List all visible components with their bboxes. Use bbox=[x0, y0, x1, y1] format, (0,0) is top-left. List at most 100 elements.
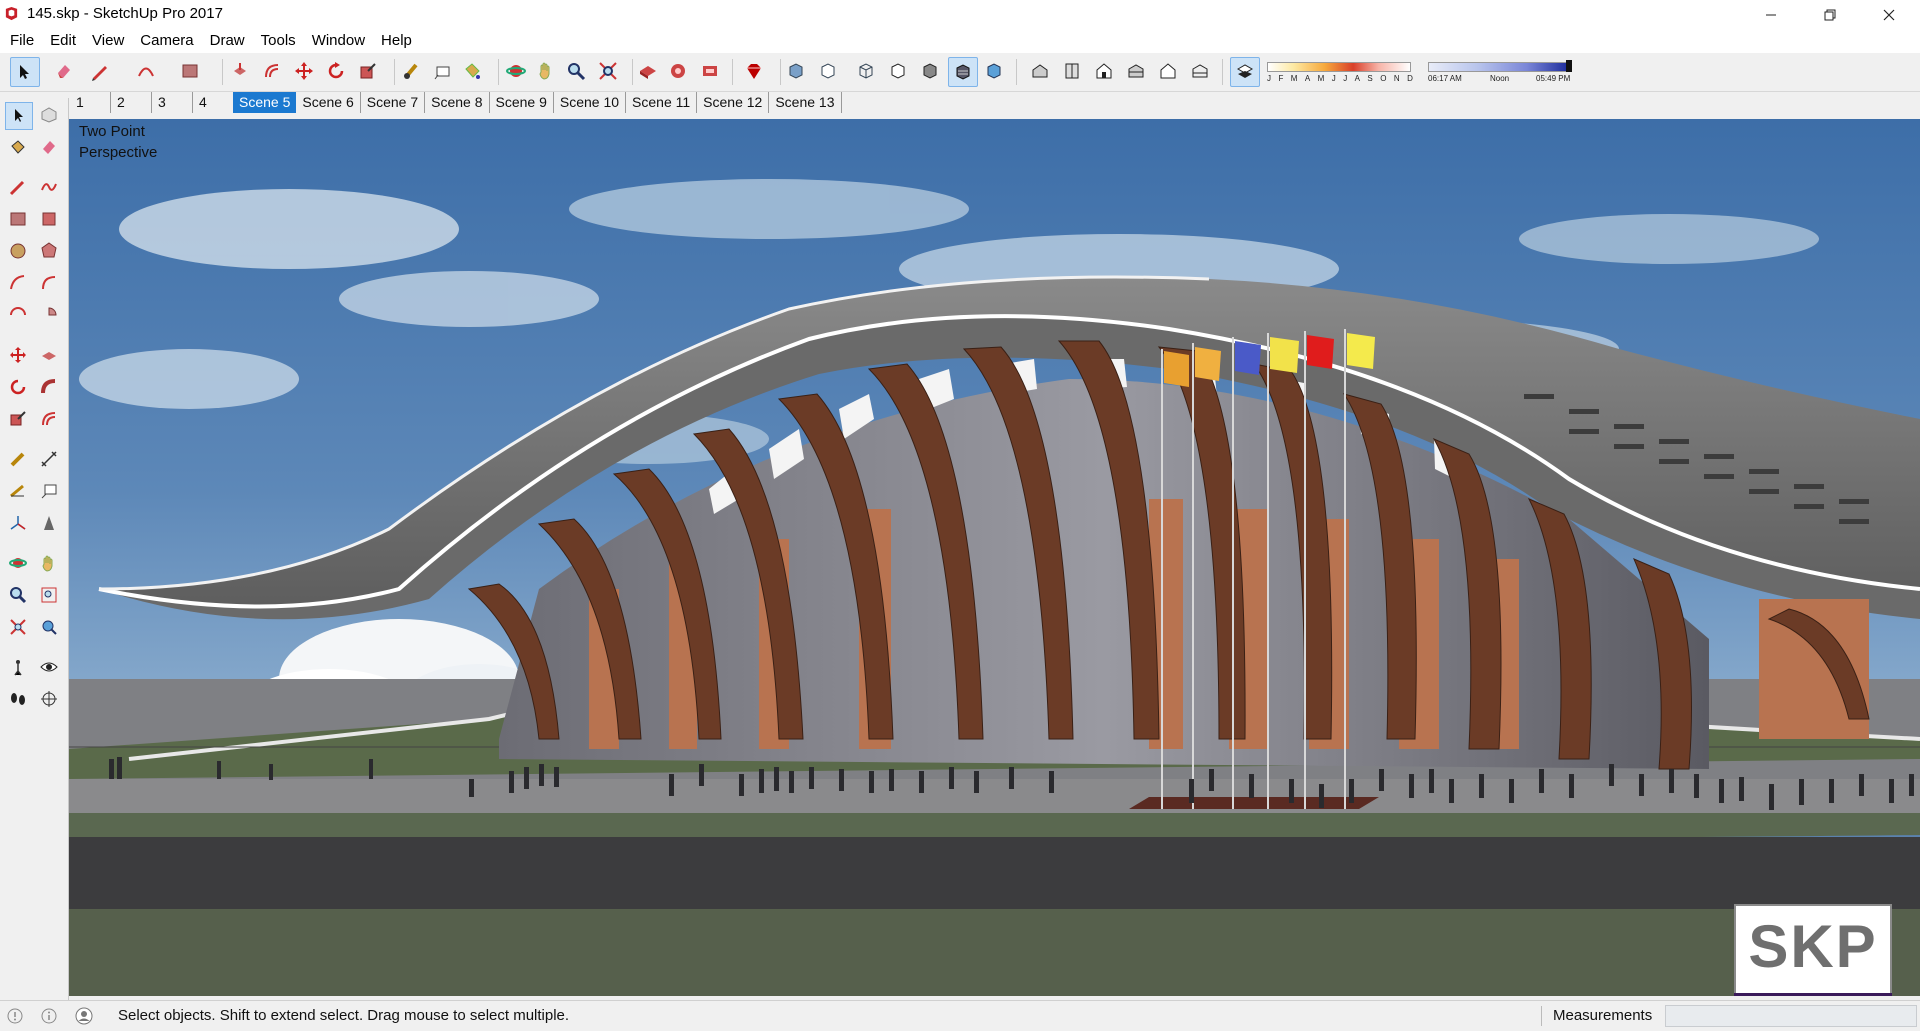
protractor-tool[interactable] bbox=[5, 478, 31, 504]
paint-bucket-tool[interactable] bbox=[5, 134, 31, 160]
back-view-button[interactable] bbox=[1154, 57, 1182, 85]
shadows-toggle-button[interactable] bbox=[1230, 57, 1260, 87]
select-tool[interactable] bbox=[5, 102, 33, 130]
scene-tab-1[interactable]: 1 bbox=[70, 92, 111, 113]
pan-tool[interactable] bbox=[36, 550, 62, 576]
scene-tab-scene-10[interactable]: Scene 10 bbox=[553, 92, 627, 113]
menu-tools[interactable]: Tools bbox=[253, 29, 304, 53]
previous-view-tool[interactable] bbox=[36, 614, 62, 640]
zoom-tool-button[interactable] bbox=[562, 57, 590, 85]
menu-help[interactable]: Help bbox=[373, 29, 420, 53]
menu-camera[interactable]: Camera bbox=[132, 29, 201, 53]
tape-measure-tool-button[interactable] bbox=[398, 57, 426, 85]
circle-tool[interactable] bbox=[5, 238, 31, 264]
menu-edit[interactable]: Edit bbox=[42, 29, 84, 53]
rectangle-tool[interactable] bbox=[5, 206, 31, 232]
zoom-tool[interactable] bbox=[5, 582, 31, 608]
top-view-button[interactable] bbox=[1058, 57, 1086, 85]
back-edges-style-button[interactable] bbox=[814, 57, 842, 85]
scene-tab-scene-6[interactable]: Scene 6 bbox=[296, 92, 361, 113]
time-slider-handle[interactable] bbox=[1566, 60, 1572, 72]
3d-text-tool[interactable] bbox=[36, 510, 62, 536]
iso-view-button[interactable] bbox=[1026, 57, 1054, 85]
xray-style-button[interactable] bbox=[782, 57, 810, 85]
tape-measure-tool[interactable] bbox=[5, 446, 31, 472]
scene-tab-scene-13[interactable]: Scene 13 bbox=[769, 92, 842, 113]
hidden-line-style-button[interactable] bbox=[884, 57, 912, 85]
menu-draw[interactable]: Draw bbox=[202, 29, 253, 53]
scene-tab-3[interactable]: 3 bbox=[152, 92, 193, 113]
offset-tool[interactable] bbox=[36, 406, 62, 432]
three-point-arc-tool[interactable] bbox=[5, 302, 31, 328]
scene-tab-2[interactable]: 2 bbox=[111, 92, 152, 113]
pie-tool[interactable] bbox=[36, 302, 62, 328]
offset-tool-button[interactable] bbox=[258, 57, 286, 85]
eraser-tool-button[interactable] bbox=[50, 57, 78, 85]
warehouse-button[interactable] bbox=[634, 57, 662, 85]
left-view-button[interactable] bbox=[1186, 57, 1214, 85]
menu-window[interactable]: Window bbox=[304, 29, 373, 53]
rotate-tool-button[interactable] bbox=[322, 57, 350, 85]
shaded-textures-style-button[interactable] bbox=[948, 57, 978, 87]
dimension-tool[interactable] bbox=[36, 446, 62, 472]
restore-button[interactable] bbox=[1801, 0, 1859, 29]
position-camera-tool[interactable] bbox=[5, 654, 31, 680]
rotated-rectangle-tool[interactable] bbox=[36, 206, 62, 232]
scene-tab-scene-5[interactable]: Scene 5 bbox=[233, 92, 297, 113]
shaded-style-button[interactable] bbox=[916, 57, 944, 85]
scene-tab-scene-11[interactable]: Scene 11 bbox=[626, 92, 698, 113]
polygon-tool[interactable] bbox=[36, 238, 62, 264]
arc-tool-button[interactable] bbox=[132, 57, 160, 85]
move-tool-button[interactable] bbox=[290, 57, 318, 85]
scene-tab-scene-7[interactable]: Scene 7 bbox=[360, 92, 426, 113]
month-gradient-track[interactable] bbox=[1267, 62, 1411, 72]
scale-tool[interactable] bbox=[5, 406, 31, 432]
menu-file[interactable]: File bbox=[2, 29, 42, 53]
shadow-time-slider[interactable]: 06:17 AM Noon 05:49 PM bbox=[1426, 60, 1576, 86]
right-view-button[interactable] bbox=[1122, 57, 1150, 85]
shapes-tool-button[interactable] bbox=[176, 57, 204, 85]
text-tool-button[interactable] bbox=[428, 57, 456, 85]
share-model-button[interactable] bbox=[664, 57, 692, 85]
freehand-tool[interactable] bbox=[36, 174, 62, 200]
credits-icon[interactable] bbox=[41, 1008, 57, 1024]
orbit-tool-button[interactable] bbox=[502, 57, 530, 85]
section-plane-tool[interactable] bbox=[36, 686, 62, 712]
measurements-input[interactable] bbox=[1665, 1005, 1917, 1027]
front-view-button[interactable] bbox=[1090, 57, 1118, 85]
line-tool-button[interactable] bbox=[86, 57, 114, 85]
look-around-tool[interactable] bbox=[36, 654, 62, 680]
two-point-arc-tool[interactable] bbox=[36, 270, 62, 296]
scene-tab-scene-9[interactable]: Scene 9 bbox=[489, 92, 554, 113]
make-component-tool[interactable] bbox=[36, 102, 62, 128]
walk-tool[interactable] bbox=[5, 686, 31, 712]
rotate-tool[interactable] bbox=[5, 374, 31, 400]
push-pull-tool-button[interactable] bbox=[226, 57, 254, 85]
menu-view[interactable]: View bbox=[84, 29, 132, 53]
wireframe-style-button[interactable] bbox=[852, 57, 880, 85]
push-pull-tool[interactable] bbox=[36, 342, 62, 368]
extension-warehouse-button[interactable] bbox=[696, 57, 724, 85]
geolocation-icon[interactable] bbox=[7, 1008, 23, 1024]
zoom-extents-tool[interactable] bbox=[5, 614, 31, 640]
orbit-tool[interactable] bbox=[5, 550, 31, 576]
user-account-icon[interactable] bbox=[75, 1007, 93, 1025]
zoom-window-tool[interactable] bbox=[36, 582, 62, 608]
paint-bucket-tool-button[interactable] bbox=[458, 57, 486, 85]
scene-tab-scene-8[interactable]: Scene 8 bbox=[425, 92, 490, 113]
select-tool-button[interactable] bbox=[10, 57, 40, 87]
time-gradient-track[interactable] bbox=[1428, 62, 1570, 72]
axes-tool[interactable] bbox=[5, 510, 31, 536]
zoom-extents-tool-button[interactable] bbox=[594, 57, 622, 85]
model-viewport[interactable]: Two Point Perspective SKP bbox=[69, 119, 1920, 996]
arc-tool[interactable] bbox=[5, 270, 31, 296]
pan-tool-button[interactable] bbox=[532, 57, 560, 85]
scene-tab-4[interactable]: 4 bbox=[193, 92, 233, 113]
monochrome-style-button[interactable] bbox=[980, 57, 1008, 85]
line-tool[interactable] bbox=[5, 174, 31, 200]
follow-me-tool[interactable] bbox=[36, 374, 62, 400]
text-tool[interactable] bbox=[36, 478, 62, 504]
eraser-tool[interactable] bbox=[36, 134, 62, 160]
move-tool[interactable] bbox=[5, 342, 31, 368]
scene-tab-scene-12[interactable]: Scene 12 bbox=[697, 92, 770, 113]
